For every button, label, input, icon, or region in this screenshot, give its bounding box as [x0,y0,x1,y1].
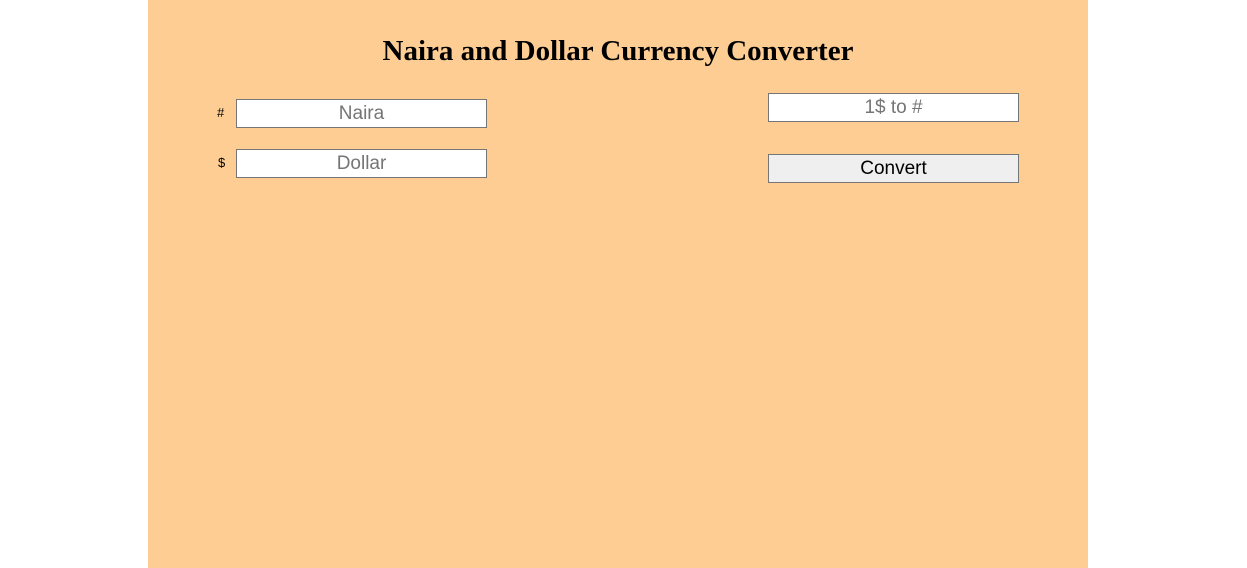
converter-panel: Naira and Dollar Currency Converter # $ … [148,0,1088,568]
convert-button[interactable]: Convert [768,154,1019,183]
dollar-symbol-label: $ [218,155,226,170]
dollar-input[interactable] [236,149,487,178]
naira-input[interactable] [236,99,487,128]
page-title: Naira and Dollar Currency Converter [382,35,854,67]
exchange-rate-input[interactable] [768,93,1019,122]
naira-symbol-label: # [217,105,225,120]
